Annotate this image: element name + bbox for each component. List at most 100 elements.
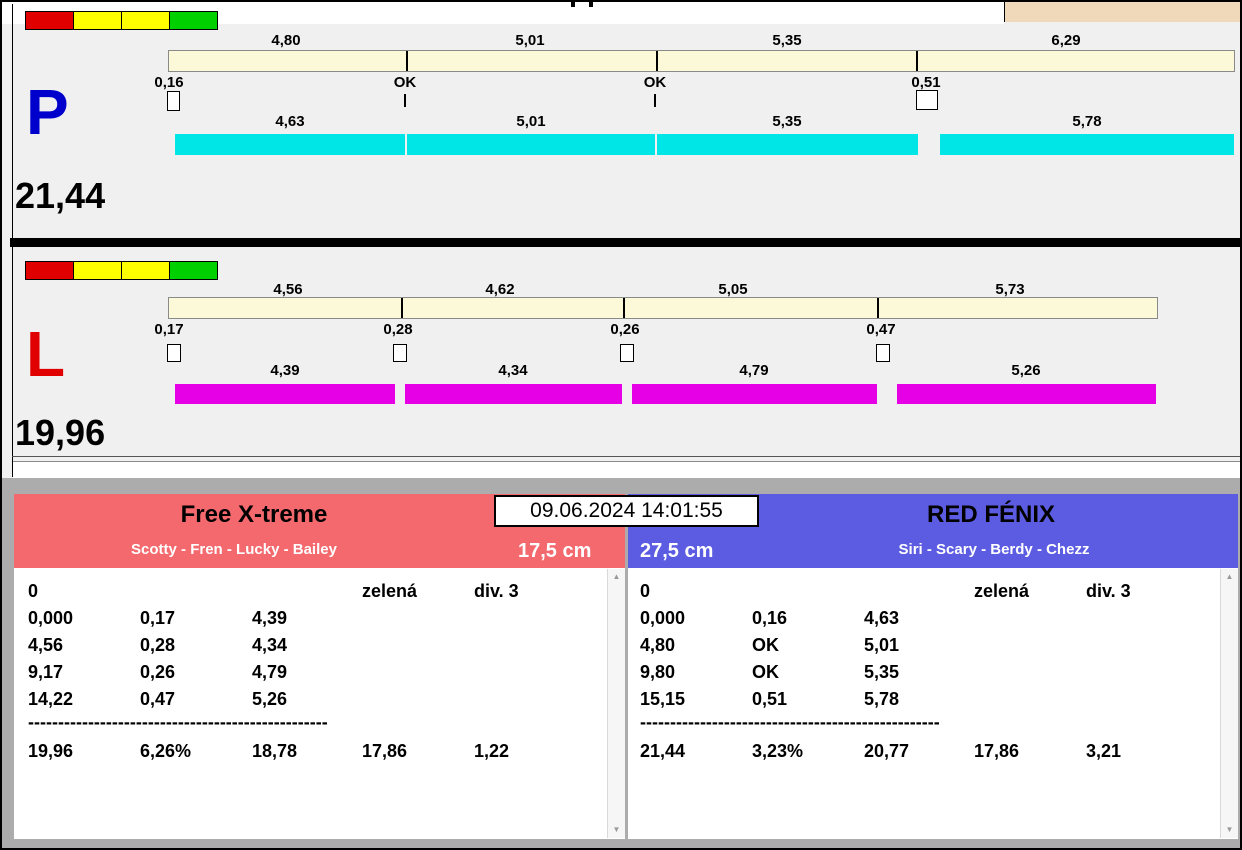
right-team-name: RED FÉNIX <box>926 501 1055 528</box>
table-cell: 9,17 <box>28 662 64 682</box>
right-summary-value-3: 3,21 <box>1086 741 1122 761</box>
lane-p-scale-label-2: 5,01 <box>515 32 545 49</box>
traffic-red-light <box>26 12 73 29</box>
left-team-jump-height: 17,5 cm <box>518 540 592 562</box>
lane-p-segment-label-4: 5,78 <box>1072 113 1102 130</box>
table-cell: 0,47 <box>140 689 176 709</box>
mark-checkbox <box>620 344 634 362</box>
traffic-yellow-light-1 <box>74 262 121 279</box>
lane-p-scale-label-3: 5,35 <box>772 32 802 49</box>
left-color-label: zelená <box>362 581 418 601</box>
lane-l-scale-bar <box>168 297 1158 319</box>
lane-p-run-bar-3 <box>657 134 918 155</box>
right-total-time: 21,44 <box>640 741 686 761</box>
right-percent: 3,23% <box>752 741 804 761</box>
scale-divider-tick <box>877 298 879 318</box>
lane-p-mark-label-4: 0,51 <box>911 74 941 91</box>
lane-l-mark-label-2: 0,28 <box>383 321 413 338</box>
left-team-name: Free X-treme <box>180 501 328 528</box>
lane-p-scale-bar <box>168 50 1235 72</box>
left-summary-value-3: 1,22 <box>474 741 510 761</box>
lane-l-run-bar-4 <box>897 384 1156 404</box>
lane-p-mark-label-3: OK <box>643 74 667 91</box>
table-cell: 9,80 <box>640 662 676 682</box>
table-cell: 4,79 <box>252 662 288 682</box>
lane-p-scale-label-4: 6,29 <box>1051 32 1081 49</box>
lane-divider-bar <box>10 238 1240 247</box>
right-results-table <box>628 568 1238 839</box>
traffic-red-light <box>26 262 73 279</box>
left-table-scrollbar[interactable]: ▲ ▼ <box>607 569 625 838</box>
traffic-green-light <box>170 262 217 279</box>
panel-bottom-line <box>12 456 1240 457</box>
left-division: div. 3 <box>474 581 519 601</box>
table-cell: OK <box>752 635 779 655</box>
strip-mark-2 <box>589 2 593 7</box>
lane-p-segment-label-2: 5,01 <box>516 113 546 130</box>
traffic-light-p <box>25 11 218 30</box>
scale-divider-tick <box>406 51 408 71</box>
traffic-yellow-light-1 <box>74 12 121 29</box>
table-cell: 0,17 <box>140 608 176 628</box>
mark-checkbox <box>167 344 181 362</box>
right-team-jump-height: 27,5 cm <box>640 540 714 562</box>
ok-tick-mark <box>404 94 406 107</box>
lane-p-mark-label-1: 0,16 <box>154 74 184 91</box>
status-strip <box>13 461 1240 478</box>
traffic-light-l <box>25 261 218 280</box>
table-cell: 5,01 <box>864 635 900 655</box>
top-right-panel <box>1004 2 1241 22</box>
scroll-down-arrow[interactable]: ▼ <box>608 825 625 835</box>
lane-p-scale-label-1: 4,80 <box>271 32 301 49</box>
table-cell: 5,35 <box>864 662 900 682</box>
lane-l-scale-label-1: 4,56 <box>273 281 303 298</box>
scale-divider-tick <box>656 51 658 71</box>
mark-checkbox <box>876 344 890 362</box>
table-cell: 0,000 <box>28 608 74 628</box>
scroll-down-arrow[interactable]: ▼ <box>1221 825 1238 835</box>
scale-divider-tick <box>916 51 918 71</box>
right-division: div. 3 <box>1086 581 1131 601</box>
right-summary-value-2: 17,86 <box>974 741 1020 761</box>
right-color-label: zelená <box>974 581 1030 601</box>
left-percent: 6,26% <box>140 741 192 761</box>
mark-checkbox <box>393 344 407 362</box>
right-team-dogs: Siri - Scary - Berdy - Chezz <box>898 541 1090 558</box>
table-cell: 4,63 <box>864 608 900 628</box>
lane-l-scale-label-3: 5,05 <box>718 281 748 298</box>
lane-p-letter: P <box>26 76 69 148</box>
strip-mark-1 <box>571 2 575 7</box>
table-cell: 4,80 <box>640 635 676 655</box>
right-penalties: 0 <box>640 581 651 601</box>
datetime-display: 09.06.2024 14:01:55 <box>494 495 759 527</box>
lane-l-scale-label-4: 5,73 <box>995 281 1025 298</box>
left-team-dogs: Scotty - Fren - Lucky - Bailey <box>131 541 337 558</box>
lane-l-segment-label-1: 4,39 <box>270 362 300 379</box>
left-total-time: 19,96 <box>28 741 74 761</box>
table-cell: 14,22 <box>28 689 74 709</box>
left-results-table <box>14 568 625 839</box>
lane-l-total-time: 19,96 <box>15 412 106 453</box>
lane-l-run-bar-3 <box>632 384 877 404</box>
table-cell: 4,56 <box>28 635 64 655</box>
scroll-up-arrow[interactable]: ▲ <box>608 572 625 582</box>
table-cell: 5,78 <box>864 689 900 709</box>
table-cell: 5,26 <box>252 689 288 709</box>
lane-p-total-time: 21,44 <box>15 175 106 216</box>
lane-l-segment-label-4: 5,26 <box>1011 362 1041 379</box>
lane-l-mark-label-1: 0,17 <box>154 321 184 338</box>
lane-l-mark-label-3: 0,26 <box>610 321 640 338</box>
scroll-up-arrow[interactable]: ▲ <box>1221 572 1238 582</box>
traffic-yellow-light-2 <box>122 262 169 279</box>
lane-p-run-bar-4 <box>940 134 1234 155</box>
table-cell: 0,16 <box>752 608 788 628</box>
lane-p-run-bar-2 <box>407 134 655 155</box>
table-cell: 0,000 <box>640 608 686 628</box>
lane-l-scale-label-2: 4,62 <box>485 281 515 298</box>
right-table-scrollbar[interactable]: ▲ ▼ <box>1220 569 1238 838</box>
left-penalties: 0 <box>28 581 39 601</box>
lane-l-segment-label-3: 4,79 <box>739 362 769 379</box>
table-cell: 4,39 <box>252 608 288 628</box>
left-summary-value-1: 18,78 <box>252 741 298 761</box>
table-cell: OK <box>752 662 779 682</box>
